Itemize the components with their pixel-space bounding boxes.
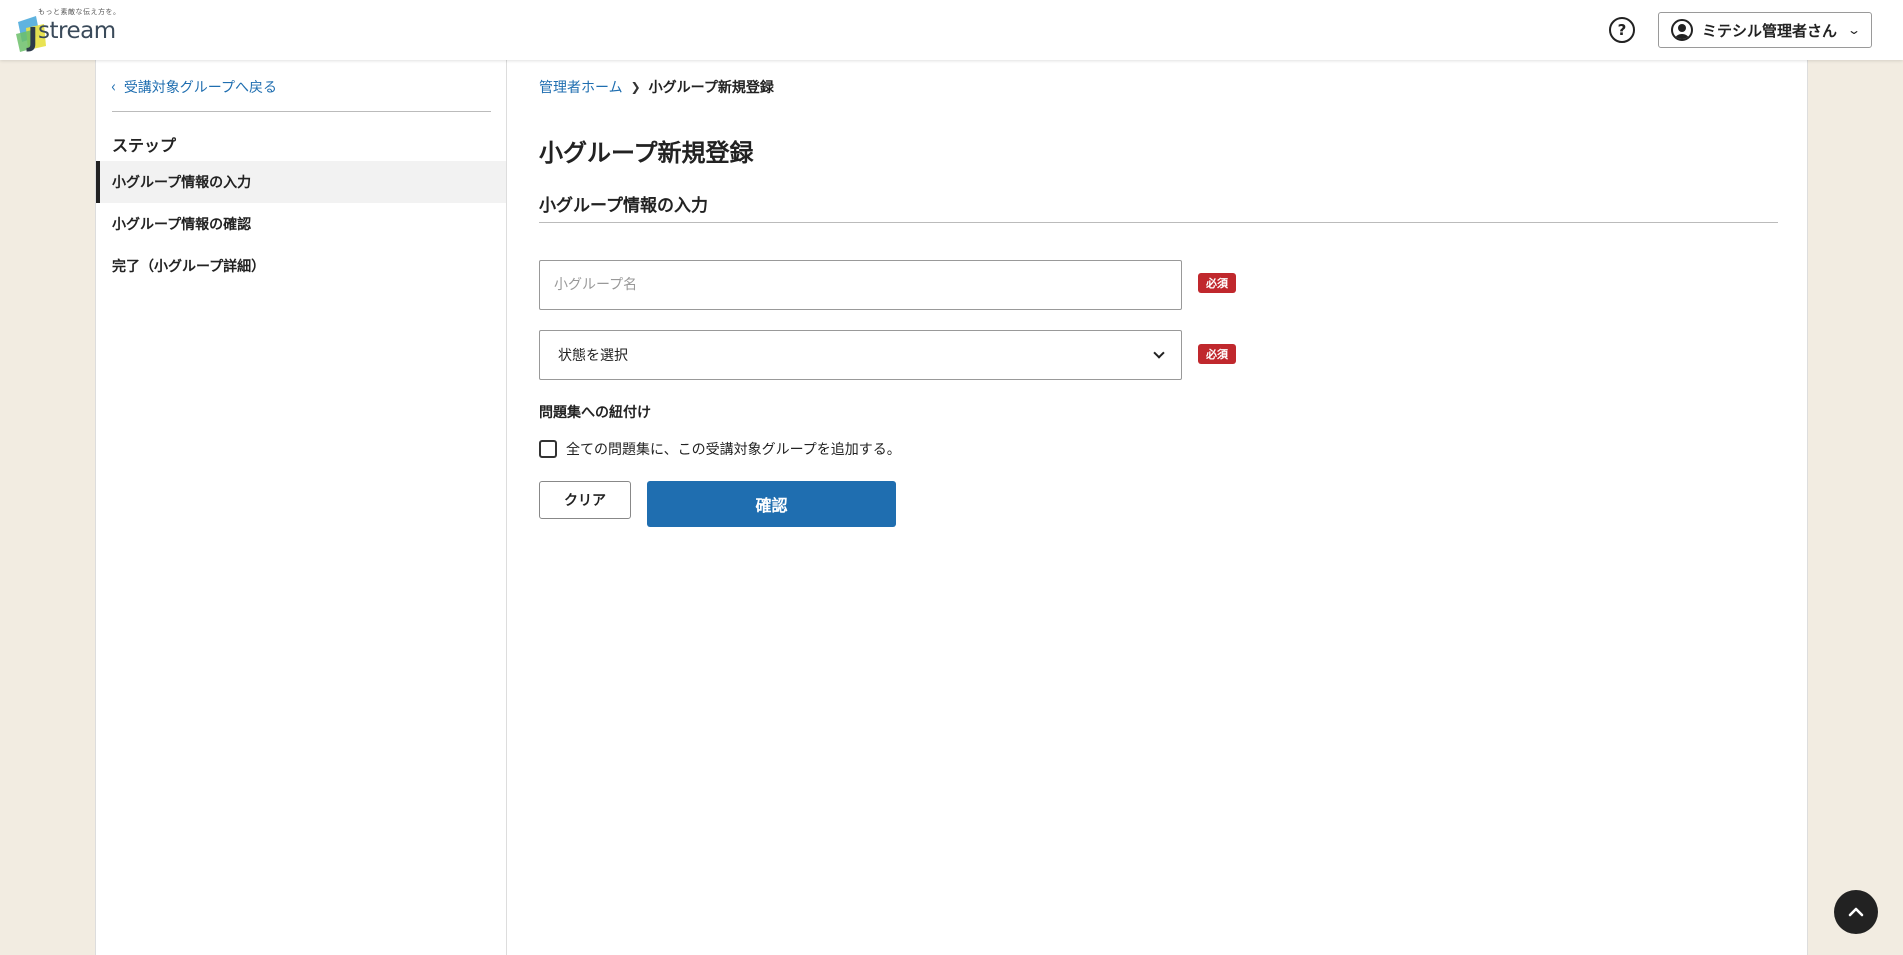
step-item-confirm: 小グループ情報の確認 bbox=[96, 203, 506, 245]
scroll-to-top-button[interactable] bbox=[1834, 890, 1878, 934]
chevron-down-icon: ⌄ bbox=[1846, 23, 1862, 37]
jstream-logo[interactable]: もっと素敵な伝え方を。 J stream bbox=[14, 6, 124, 54]
step-label: 完了（小グループ詳細） bbox=[112, 259, 266, 275]
logo-text: stream bbox=[38, 18, 116, 44]
step-label: 小グループ情報の入力 bbox=[112, 175, 252, 191]
breadcrumb-home-link[interactable]: 管理者ホーム bbox=[539, 77, 623, 97]
sidebar: ‹ 受講対象グループへ戻る ステップ 小グループ情報の入力 小グループ情報の確認… bbox=[96, 60, 507, 955]
required-badge: 必須 bbox=[1198, 344, 1236, 364]
status-select[interactable]: 状態を選択 bbox=[539, 330, 1182, 380]
chevron-down-icon bbox=[1153, 347, 1165, 359]
section-heading: 小グループ情報の入力 bbox=[539, 196, 708, 216]
confirm-button[interactable]: 確認 bbox=[647, 481, 896, 527]
status-select-value: 状態を選択 bbox=[558, 348, 628, 364]
svg-text:J: J bbox=[26, 23, 38, 53]
app-header: もっと素敵な伝え方を。 J stream ? ミテシル管理者さん ⌄ bbox=[0, 0, 1903, 60]
collection-link-label: 問題集への紐付け bbox=[539, 405, 651, 421]
question-circle-icon: ? bbox=[1617, 21, 1627, 39]
checkbox-label: 全ての問題集に、この受講対象グループを追加する。 bbox=[566, 442, 901, 458]
group-name-input[interactable] bbox=[539, 260, 1182, 310]
breadcrumb: 管理者ホーム ❯ 小グループ新規登録 bbox=[539, 77, 774, 97]
back-link-label: 受講対象グループへ戻る bbox=[123, 80, 277, 96]
page-title: 小グループ新規登録 bbox=[539, 139, 754, 167]
sidebar-divider bbox=[112, 111, 491, 112]
back-to-group-link[interactable]: ‹ 受講対象グループへ戻る bbox=[111, 77, 277, 97]
chevron-up-icon bbox=[1848, 907, 1864, 917]
step-item-input: 小グループ情報の入力 bbox=[96, 161, 506, 203]
chevron-right-icon: ❯ bbox=[630, 80, 641, 94]
user-name: ミテシル管理者さん bbox=[1702, 21, 1838, 40]
steps-heading: ステップ bbox=[112, 136, 177, 155]
step-label: 小グループ情報の確認 bbox=[112, 217, 252, 233]
section-divider bbox=[539, 222, 1778, 223]
step-item-complete: 完了（小グループ詳細） bbox=[96, 245, 506, 287]
required-badge: 必須 bbox=[1198, 273, 1236, 293]
content-frame: ‹ 受講対象グループへ戻る ステップ 小グループ情報の入力 小グループ情報の確認… bbox=[95, 60, 1808, 955]
user-circle-icon bbox=[1671, 19, 1693, 41]
add-to-all-collections-checkbox-row[interactable]: 全ての問題集に、この受講対象グループを追加する。 bbox=[539, 439, 901, 459]
breadcrumb-current: 小グループ新規登録 bbox=[648, 80, 774, 96]
add-to-all-collections-checkbox[interactable] bbox=[539, 440, 557, 458]
chevron-left-icon: ‹ bbox=[111, 77, 116, 97]
user-menu-button[interactable]: ミテシル管理者さん ⌄ bbox=[1658, 12, 1872, 48]
clear-button[interactable]: クリア bbox=[539, 481, 631, 519]
help-button[interactable]: ? bbox=[1609, 17, 1635, 43]
main-content: 管理者ホーム ❯ 小グループ新規登録 小グループ新規登録 小グループ情報の入力 … bbox=[507, 60, 1807, 955]
